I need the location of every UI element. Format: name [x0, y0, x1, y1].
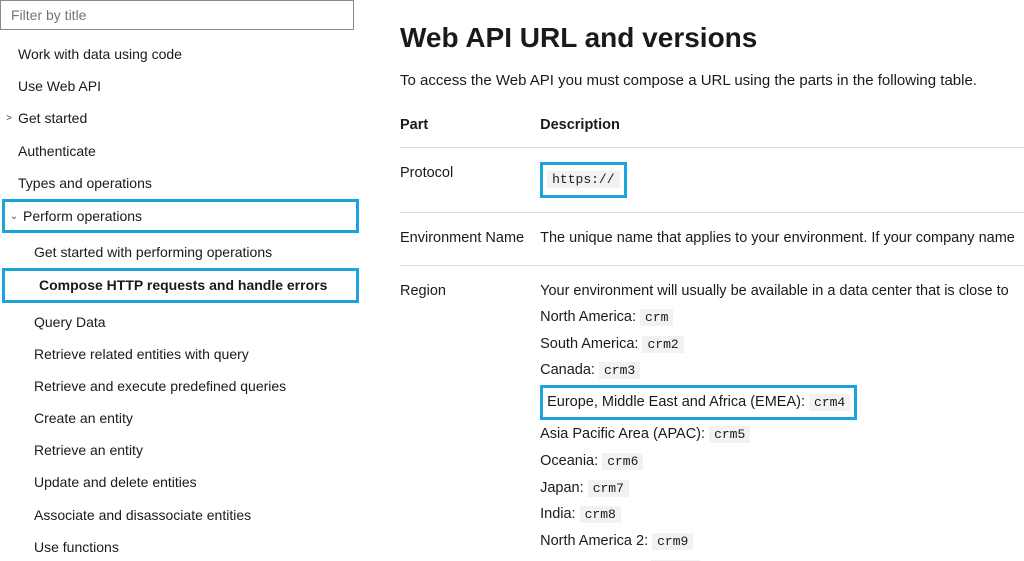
cell-part-envname: Environment Name: [400, 212, 540, 265]
nav-item[interactable]: ⌄ Perform operations: [5, 202, 356, 230]
region-code: crm3: [599, 362, 640, 379]
nav-item-label: Update and delete entities: [34, 473, 197, 491]
nav-item-label: Get started with performing operations: [34, 243, 272, 261]
main-content: Web API URL and versions To access the W…: [362, 0, 1024, 561]
region-line-inner: North America 2: crm9: [540, 533, 693, 549]
region-line: South America: crm2: [540, 331, 1019, 358]
nav-item[interactable]: Types and operations: [0, 167, 361, 199]
region-label: North America 2:: [540, 533, 652, 549]
nav-item-label: Query Data: [34, 313, 106, 331]
region-line: Canada: crm3: [540, 357, 1019, 384]
region-line: United Kingdom: crm11: [540, 555, 1019, 561]
row-protocol: Protocol https://: [400, 148, 1024, 213]
row-region: Region Your environment will usually be …: [400, 265, 1024, 561]
region-label: South America:: [540, 336, 642, 352]
cell-desc-region: Your environment will usually be availab…: [540, 265, 1024, 561]
nav-item-label: Compose HTTP requests and handle errors: [39, 276, 327, 294]
nav-item-label: Create an entity: [34, 409, 133, 427]
url-parts-table: Part Description Protocol https:// Envir…: [400, 109, 1024, 561]
chevron-down-icon: ⌄: [9, 210, 19, 223]
region-intro: Your environment will usually be availab…: [540, 280, 1019, 304]
nav-item[interactable]: Retrieve an entity: [0, 434, 361, 466]
chevron-right-icon: >: [4, 112, 14, 125]
region-line-inner: Canada: crm3: [540, 362, 640, 378]
region-code: crm8: [580, 506, 621, 523]
nav-item[interactable]: Query Data: [0, 306, 361, 338]
region-line-inner: Oceania: crm6: [540, 453, 643, 469]
th-part: Part: [400, 109, 540, 148]
region-code: crm5: [709, 426, 750, 443]
region-line-inner: India: crm8: [540, 506, 621, 522]
region-code: crm9: [652, 533, 693, 550]
nav-item[interactable]: Retrieve and execute predefined queries: [0, 370, 361, 402]
region-line: India: crm8: [540, 501, 1019, 528]
region-line-inner: Asia Pacific Area (APAC): crm5: [540, 426, 750, 442]
region-label: India:: [540, 506, 580, 522]
nav-list[interactable]: Work with data using code Use Web API > Get…: [0, 34, 361, 561]
nav-item[interactable]: Retrieve related entities with query: [0, 338, 361, 370]
region-code: crm4: [809, 394, 850, 411]
nav-item-label: Use functions: [34, 538, 119, 556]
cell-desc-envname: The unique name that applies to your env…: [540, 212, 1024, 265]
cell-part-region: Region: [400, 265, 540, 561]
filter-input[interactable]: [0, 0, 354, 30]
page-title: Web API URL and versions: [400, 22, 1024, 54]
nav-item-label: Retrieve and execute predefined queries: [34, 377, 286, 395]
region-line-inner: South America: crm2: [540, 336, 684, 352]
region-label: Oceania:: [540, 453, 602, 469]
highlight-nav-item: Compose HTTP requests and handle errors: [2, 268, 359, 302]
region-line: Asia Pacific Area (APAC): crm5: [540, 421, 1019, 448]
nav-item[interactable]: Create an entity: [0, 402, 361, 434]
region-label: Asia Pacific Area (APAC):: [540, 426, 709, 442]
highlight-protocol: https://: [540, 162, 626, 198]
region-line: North America 2: crm9: [540, 528, 1019, 555]
nav-item-label: Retrieve an entity: [34, 441, 143, 459]
nav-item-label: Use Web API: [18, 77, 101, 95]
nav-item[interactable]: Authenticate: [0, 135, 361, 167]
nav-item[interactable]: Compose HTTP requests and handle errors: [5, 271, 356, 299]
nav-item[interactable]: > Get started: [0, 102, 361, 134]
region-line-inner: Japan: crm7: [540, 480, 629, 496]
nav-item[interactable]: Update and delete entities: [0, 466, 361, 498]
row-envname: Environment Name The unique name that ap…: [400, 212, 1024, 265]
filter-container: [0, 0, 361, 34]
sidebar: Work with data using code Use Web API > Get…: [0, 0, 362, 561]
region-label: North America:: [540, 309, 640, 325]
region-code: crm7: [588, 480, 629, 497]
page-lede: To access the Web API you must compose a…: [400, 72, 1024, 89]
th-desc: Description: [540, 109, 1024, 148]
region-code: crm: [640, 309, 673, 326]
highlight-region-line: Europe, Middle East and Africa (EMEA): c…: [540, 385, 857, 420]
nav-item[interactable]: Associate and disassociate entities: [0, 499, 361, 531]
region-line: Japan: crm7: [540, 475, 1019, 502]
nav-item[interactable]: Work with data using code: [0, 38, 361, 70]
region-line: Europe, Middle East and Africa (EMEA): c…: [540, 384, 1019, 421]
region-line-inner: North America: crm: [540, 309, 673, 325]
nav-item-label: Authenticate: [18, 142, 96, 160]
nav-item-label: Associate and disassociate entities: [34, 506, 251, 524]
nav-item[interactable]: Use functions: [0, 531, 361, 561]
region-code: crm6: [602, 453, 643, 470]
code-protocol: https://: [547, 171, 619, 188]
region-label: Europe, Middle East and Africa (EMEA):: [547, 394, 809, 410]
region-label: Japan:: [540, 480, 588, 496]
nav-item[interactable]: Use Web API: [0, 70, 361, 102]
region-code: crm2: [642, 336, 683, 353]
region-label: Canada:: [540, 362, 599, 378]
cell-desc-protocol: https://: [540, 148, 1024, 213]
region-line: Oceania: crm6: [540, 448, 1019, 475]
region-line: North America: crm: [540, 304, 1019, 331]
nav-item-label: Types and operations: [18, 174, 152, 192]
nav-item[interactable]: Get started with performing operations: [0, 236, 361, 268]
nav-item-label: Retrieve related entities with query: [34, 345, 249, 363]
nav-item-label: Work with data using code: [18, 45, 182, 63]
cell-part-protocol: Protocol: [400, 148, 540, 213]
nav-item-label: Get started: [18, 109, 87, 127]
nav-item-label: Perform operations: [23, 207, 142, 225]
highlight-nav-item: ⌄ Perform operations: [2, 199, 359, 233]
